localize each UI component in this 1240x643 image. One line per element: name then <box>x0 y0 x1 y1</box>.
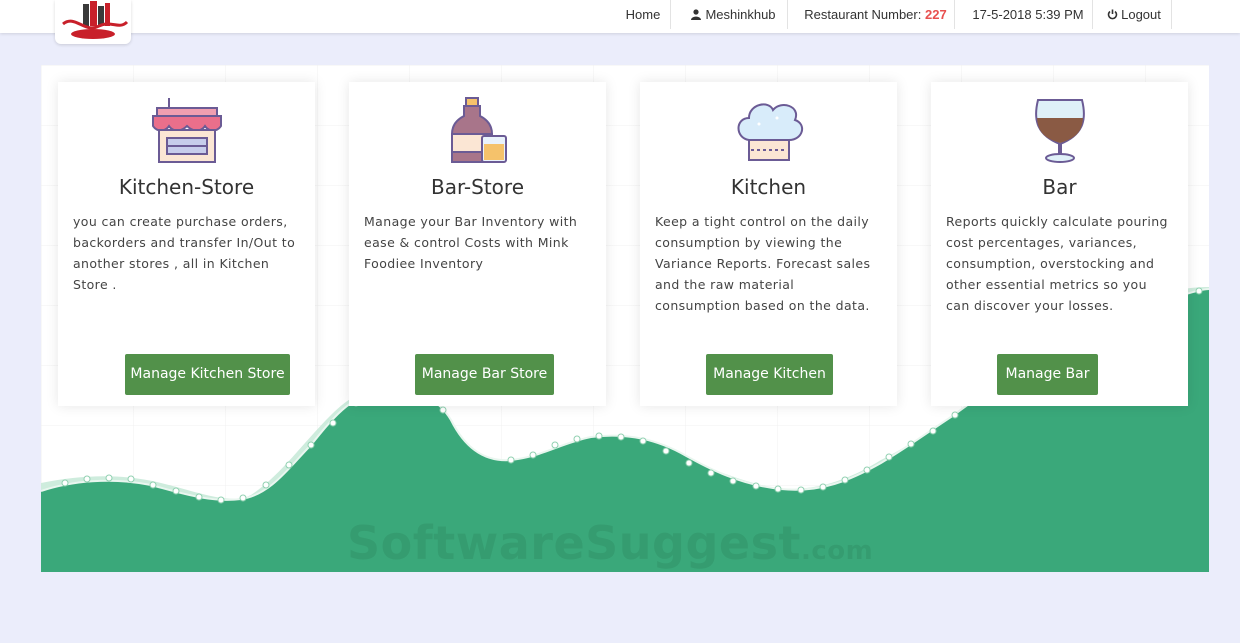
nav-datetime: 17-5-2018 5:39 PM <box>964 0 1093 29</box>
card-description: you can create purchase orders, backorde… <box>73 214 296 292</box>
chef-hat-icon <box>737 103 803 161</box>
watermark-main: SoftwareSuggest <box>347 516 801 570</box>
kitchen-card: Kitchen Keep a tight control on the dail… <box>640 82 897 406</box>
manage-bar-store-button[interactable]: Manage Bar Store <box>415 354 554 395</box>
kitchen-store-card: Kitchen-Store you can create purchase or… <box>58 82 315 406</box>
manage-kitchen-button[interactable]: Manage Kitchen <box>706 354 833 395</box>
softwaresuggest-watermark: SoftwareSuggest.com <box>347 516 873 570</box>
top-navbar: Home Meshinkhub Restaurant Number: 227 1… <box>0 0 1240 44</box>
wine-glass-icon <box>1034 99 1085 163</box>
card-description: Keep a tight control on the daily consum… <box>655 214 871 313</box>
card-title: Kitchen-Store <box>118 175 255 199</box>
restaurant-label: Restaurant Number: <box>804 7 922 22</box>
bottle-icon <box>450 97 507 163</box>
power-icon <box>1107 9 1118 20</box>
restaurant-number-value: 227 <box>924 7 947 22</box>
manage-bar-button[interactable]: Manage Bar <box>997 354 1098 395</box>
watermark-suffix: .com <box>800 536 874 566</box>
bar-store-card: Bar-Store Manage your Bar Inventory with… <box>349 82 606 406</box>
card-title: Kitchen <box>730 175 807 199</box>
bar-card: Bar Reports quickly calculate pouring co… <box>931 82 1188 406</box>
nav-logout-label: Logout <box>1121 7 1161 22</box>
nav-logout-link[interactable]: Logout <box>1097 0 1172 29</box>
datetime-label: 17-5-2018 5:39 PM <box>972 7 1084 22</box>
nav-home-label: Home <box>625 7 661 22</box>
nav-restaurant-number: Restaurant Number: 227 <box>797 0 955 29</box>
card-description: Reports quickly calculate pouring cost p… <box>946 214 1168 313</box>
logo-icon <box>62 1 129 39</box>
nav-user-label: Meshinkhub <box>705 7 776 22</box>
manage-kitchen-store-button[interactable]: Manage Kitchen Store <box>125 354 290 395</box>
card-description: Manage your Bar Inventory with ease & co… <box>364 214 578 271</box>
card-title: Bar <box>1042 175 1077 199</box>
card-title: Bar-Store <box>431 175 524 199</box>
store-icon <box>151 98 222 163</box>
user-icon <box>691 9 702 20</box>
brand-logo[interactable] <box>55 0 131 44</box>
nav-user-link[interactable]: Meshinkhub <box>680 0 788 29</box>
nav-home-link[interactable]: Home <box>616 0 671 29</box>
